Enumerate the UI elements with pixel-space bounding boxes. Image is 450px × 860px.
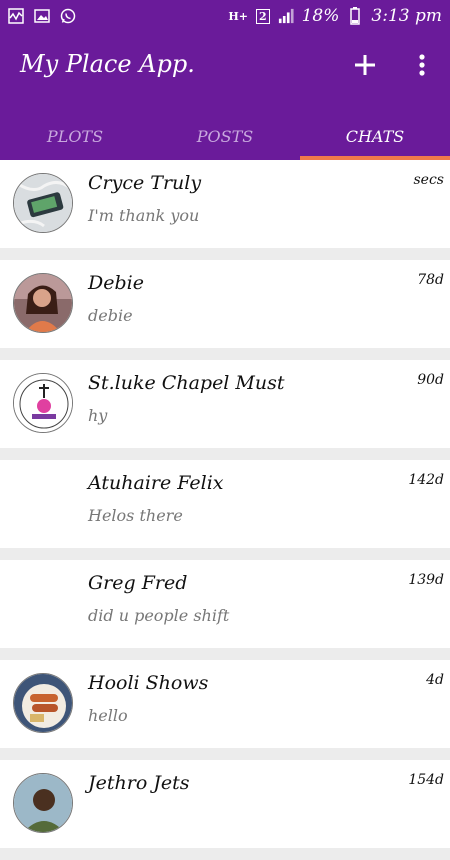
- message-time: 78d: [417, 272, 444, 288]
- chat-item[interactable]: Hooli Shows hello 4d: [0, 660, 450, 748]
- chat-item[interactable]: Greg Fred did u people shift 139d: [0, 560, 450, 648]
- chat-list: Cryce Truly I'm thank you secs Debie deb…: [0, 160, 450, 860]
- last-message: hello: [88, 706, 128, 725]
- last-message: did u people shift: [88, 606, 230, 625]
- chat-item[interactable]: Jethro Jets 154d: [0, 760, 450, 848]
- network-type-label: H+: [228, 9, 248, 23]
- signal-icon: [278, 8, 294, 24]
- status-bar: H+ 2 18% 3:13 pm: [0, 0, 450, 32]
- clock: 3:13 pm: [371, 6, 442, 26]
- contact-name: Debie: [88, 272, 144, 294]
- earphones-photo-icon: [14, 174, 72, 232]
- woman-photo-icon: [14, 274, 72, 332]
- message-time: 90d: [417, 372, 444, 388]
- app-bar: My Place App. PLOTS POSTS CHATS: [0, 32, 450, 160]
- last-message: I'm thank you: [88, 206, 200, 225]
- tab-posts[interactable]: POSTS: [150, 112, 300, 160]
- overflow-menu-button[interactable]: [412, 50, 432, 80]
- last-message: hy: [88, 406, 108, 425]
- tab-bar: PLOTS POSTS CHATS: [0, 112, 450, 160]
- message-time: 4d: [426, 672, 444, 688]
- message-time: secs: [413, 172, 445, 188]
- whatsapp-notification-icon: [60, 8, 76, 24]
- tab-plots[interactable]: PLOTS: [0, 112, 150, 160]
- contact-name: Jethro Jets: [88, 772, 190, 794]
- chapel-logo-icon: [14, 374, 72, 432]
- activity-notification-icon: [8, 8, 24, 24]
- chat-item[interactable]: St.luke Chapel Must hy 90d: [0, 360, 450, 448]
- tab-chats[interactable]: CHATS: [300, 112, 450, 160]
- battery-icon: [347, 7, 363, 25]
- food-photo-icon: [14, 674, 72, 732]
- man-photo-icon: [14, 774, 72, 832]
- avatar: [13, 373, 73, 433]
- avatar: [13, 273, 73, 333]
- chat-item[interactable]: Atuhaire Felix Helos there 142d: [0, 460, 450, 548]
- message-time: 139d: [408, 572, 444, 588]
- contact-name: Hooli Shows: [88, 672, 209, 694]
- message-time: 154d: [408, 772, 444, 788]
- avatar: [13, 573, 73, 633]
- avatar: [13, 173, 73, 233]
- add-button[interactable]: [350, 50, 380, 80]
- last-message: debie: [88, 306, 133, 325]
- more-vertical-icon: [419, 54, 425, 76]
- contact-name: Cryce Truly: [88, 172, 202, 194]
- gallery-notification-icon: [34, 8, 50, 24]
- contact-name: St.luke Chapel Must: [88, 372, 285, 394]
- plus-icon: [355, 55, 375, 75]
- sim-slot-badge: 2: [255, 8, 270, 24]
- chat-item[interactable]: Cryce Truly I'm thank you secs: [0, 160, 450, 248]
- last-message: Helos there: [88, 506, 183, 525]
- message-time: 142d: [408, 472, 444, 488]
- app-title: My Place App.: [20, 50, 195, 78]
- avatar: [13, 773, 73, 833]
- chat-item[interactable]: Debie debie 78d: [0, 260, 450, 348]
- battery-percentage: 18%: [301, 6, 340, 26]
- contact-name: Greg Fred: [88, 572, 188, 594]
- avatar: [13, 673, 73, 733]
- contact-name: Atuhaire Felix: [88, 472, 224, 494]
- avatar: [13, 473, 73, 533]
